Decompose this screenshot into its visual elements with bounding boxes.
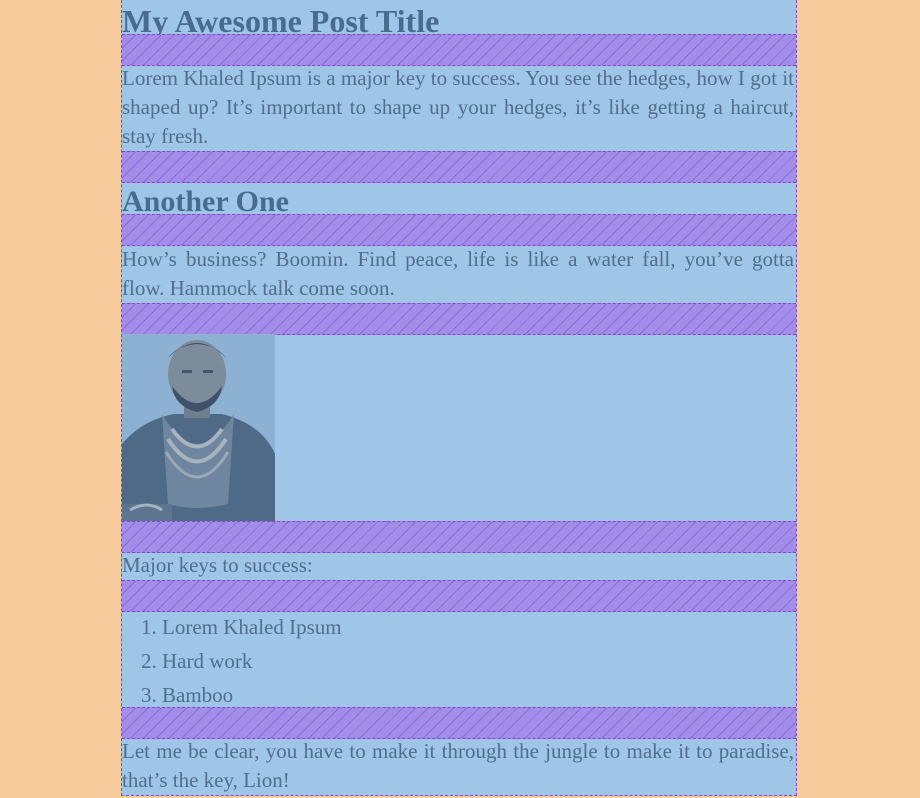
margin-overlay-4: [122, 303, 796, 335]
keys-label: Major keys to success:: [122, 553, 313, 577]
portrait-image: [122, 334, 275, 521]
margin-overlay-6: [122, 580, 796, 612]
list-item: Hard work: [162, 644, 342, 678]
margin-overlay-2: [122, 151, 796, 183]
intro-paragraph: Lorem Khaled Ipsum is a major key to suc…: [122, 66, 794, 148]
business-paragraph: How’s business? Boomin. Find peace, life…: [122, 247, 794, 300]
list-item: Lorem Khaled Ipsum: [162, 610, 342, 644]
keys-list: Lorem Khaled Ipsum Hard work Bamboo: [122, 610, 342, 712]
margin-overlay-5: [122, 521, 796, 553]
margin-overlay-1: [122, 34, 796, 66]
margin-overlay-7: [122, 707, 796, 739]
dj-khaled-photo: [122, 334, 275, 521]
margin-overlay-3: [122, 214, 796, 246]
content-column: My Awesome Post Title Lorem Khaled Ipsum…: [121, 0, 797, 796]
closing-paragraph: Let me be clear, you have to make it thr…: [122, 739, 794, 792]
